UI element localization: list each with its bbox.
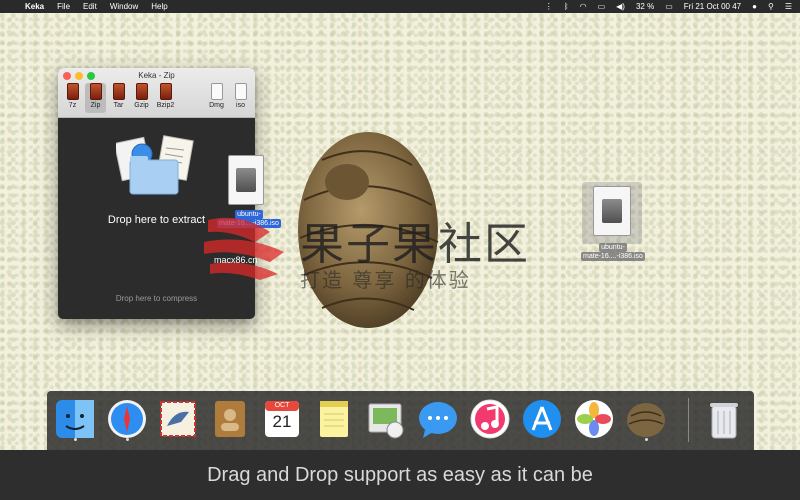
document-icon	[234, 83, 247, 100]
app-store-icon[interactable]	[519, 396, 565, 442]
dock-separator	[688, 398, 689, 442]
menu-help[interactable]: Help	[151, 2, 167, 11]
format-bzip2-button[interactable]: Bzip2	[155, 83, 176, 109]
dragged-iso-file-icon[interactable]	[228, 155, 264, 205]
archive-icon	[112, 83, 125, 100]
notes-icon[interactable]	[311, 396, 357, 442]
watermark-subtitle: 打造 尊享 的体验	[300, 268, 471, 292]
battery-icon[interactable]: ▭	[665, 2, 673, 11]
bluetooth-icon[interactable]: ᛒ	[564, 2, 569, 11]
format-tar-button[interactable]: Tar	[108, 83, 129, 109]
safari-icon[interactable]	[104, 396, 150, 442]
format-dmg-button[interactable]: Dmg	[206, 83, 227, 109]
caption-bar: Drag and Drop support as easy as it can …	[0, 450, 800, 500]
calendar-day: 21	[272, 412, 292, 431]
preview-icon[interactable]	[363, 396, 409, 442]
battery-percent: 32 %	[635, 2, 655, 11]
archive-icon	[66, 83, 79, 100]
menu-file[interactable]: File	[57, 2, 70, 11]
trash-icon[interactable]	[701, 396, 747, 442]
document-icon	[210, 83, 223, 100]
watermark-mark-text: macx86.cn	[214, 255, 258, 265]
archive-icon	[89, 83, 102, 100]
photos-icon[interactable]	[571, 396, 617, 442]
volume-icon[interactable]: ◀)	[616, 2, 625, 11]
notification-center-icon[interactable]: ☰	[785, 2, 792, 11]
disk-image-icon	[602, 199, 622, 223]
disk-image-icon	[236, 168, 256, 192]
format-toolbar: 7z Zip Tar Gzip Bzip2 Dmg iso	[58, 83, 255, 116]
format-zip-button[interactable]: Zip	[85, 83, 106, 113]
user-icon[interactable]: ●	[752, 2, 757, 11]
mail-icon[interactable]	[155, 396, 201, 442]
desktop-iso-file-icon[interactable]	[593, 186, 631, 236]
clock[interactable]: Fri 21 Oct 00 47	[684, 2, 741, 11]
archive-icon	[159, 83, 172, 100]
running-indicator	[125, 438, 129, 441]
format-iso-button[interactable]: iso	[230, 83, 251, 109]
running-indicator	[644, 438, 648, 441]
window-title: Keka - Zip	[138, 71, 175, 80]
menu-app-name[interactable]: Keka	[25, 2, 44, 11]
running-indicator	[73, 438, 77, 441]
status-menu-icon[interactable]: ⋮	[545, 2, 553, 11]
format-gzip-button[interactable]: Gzip	[131, 83, 152, 109]
keka-icon[interactable]	[623, 396, 669, 442]
drop-compress-zone[interactable]: Drop here to compress	[58, 294, 255, 303]
airplay-icon[interactable]: ▭	[598, 2, 606, 11]
watermark-logo	[204, 217, 284, 280]
contacts-icon[interactable]	[207, 396, 253, 442]
watermark-title: 果子果社区	[300, 219, 530, 270]
extract-folder-icon	[116, 135, 194, 195]
menu-bar: Keka File Edit Window Help ⋮ ᛒ ◠ ▭ ◀) 32…	[0, 0, 800, 13]
menu-window[interactable]: Window	[110, 2, 138, 11]
finder-icon[interactable]	[52, 396, 98, 442]
messages-icon[interactable]	[415, 396, 461, 442]
window-titlebar: Keka - Zip 7z Zip Tar Gzip Bzip2 Dmg iso	[58, 68, 255, 118]
format-7z-button[interactable]: 7z	[62, 83, 83, 109]
wifi-icon[interactable]: ◠	[580, 2, 587, 11]
calendar-icon[interactable]: OCT 21	[259, 396, 305, 442]
archive-icon	[135, 83, 148, 100]
desktop-file-label[interactable]: ubuntu- mate-16....-i386.iso	[574, 243, 652, 261]
menu-edit[interactable]: Edit	[83, 2, 97, 11]
calendar-month: OCT	[274, 402, 290, 409]
itunes-icon[interactable]	[467, 396, 513, 442]
spotlight-icon[interactable]: ⚲	[768, 2, 774, 11]
caption-text: Drag and Drop support as easy as it can …	[207, 463, 593, 486]
dock: OCT 21	[47, 391, 754, 450]
